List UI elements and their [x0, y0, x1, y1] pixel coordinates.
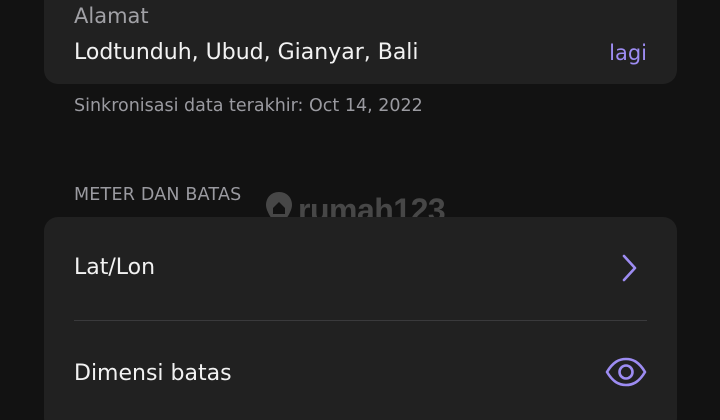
- latlon-label: Lat/Lon: [74, 255, 156, 280]
- boundary-dimension-label: Dimensi batas: [74, 361, 232, 386]
- address-card: Alamat Lodtunduh, Ubud, Gianyar, Bali la…: [44, 0, 677, 84]
- address-value: Lodtunduh, Ubud, Gianyar, Bali: [74, 40, 419, 65]
- chevron-right-icon: [622, 254, 637, 282]
- address-label: Alamat: [74, 4, 149, 28]
- last-sync-text: Sinkronisasi data terakhir: Oct 14, 2022: [74, 96, 423, 116]
- screen: Alamat Lodtunduh, Ubud, Gianyar, Bali la…: [0, 0, 720, 420]
- eye-icon[interactable]: [605, 357, 647, 387]
- section-header-meter: METER DAN BATAS: [74, 185, 242, 205]
- boundary-dimension-row[interactable]: Dimensi batas: [44, 321, 677, 420]
- meter-card: Lat/Lon Dimensi batas: [44, 217, 677, 420]
- latlon-row[interactable]: Lat/Lon: [44, 217, 677, 321]
- address-more-link[interactable]: lagi: [609, 38, 647, 68]
